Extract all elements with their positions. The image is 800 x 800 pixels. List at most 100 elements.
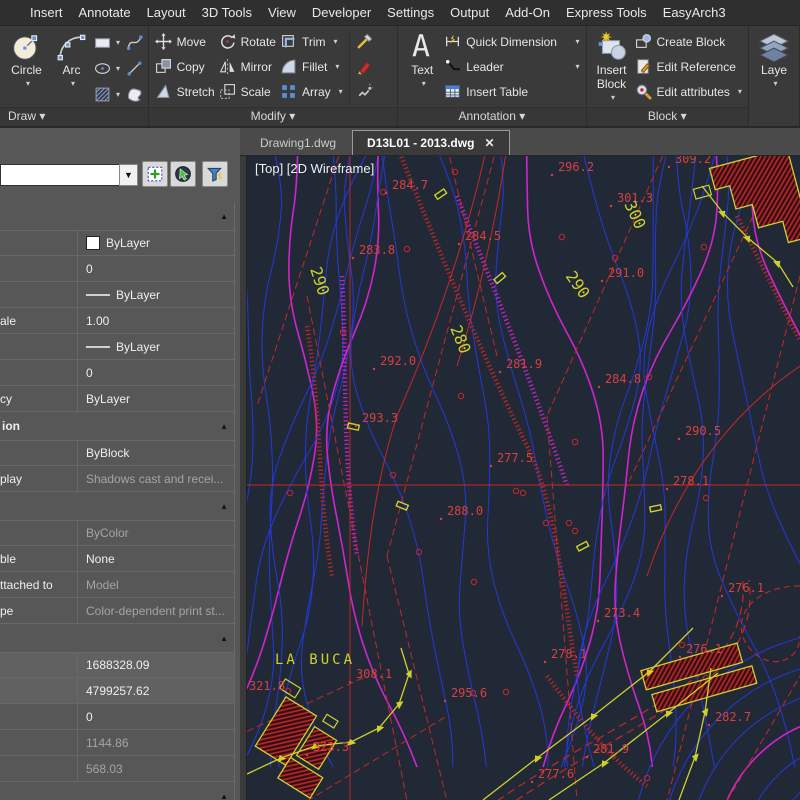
- property-value[interactable]: 0: [78, 704, 234, 729]
- property-value[interactable]: 1.00: [78, 308, 234, 333]
- property-value[interactable]: None: [78, 546, 234, 571]
- viewport-controls-label[interactable]: [Top] [2D Wireframe]: [255, 161, 374, 176]
- copy-button[interactable]: Copy: [153, 54, 217, 79]
- collapse-arrow-icon[interactable]: ▲: [220, 792, 228, 800]
- erase-icon: [356, 58, 373, 75]
- drawing-canvas[interactable]: [Top] [2D Wireframe] 284.7296.2309.2301.…: [247, 156, 800, 800]
- property-value[interactable]: Shadows cast and recei...: [78, 466, 234, 491]
- property-value[interactable]: ByLayer: [78, 334, 234, 359]
- menu-settings[interactable]: Settings: [387, 5, 434, 20]
- circle-icon: [11, 31, 43, 63]
- pickadd-toggle-button[interactable]: [142, 161, 168, 187]
- section-header[interactable]: ▲: [0, 788, 234, 800]
- menu-express-tools[interactable]: Express Tools: [566, 5, 647, 20]
- property-value[interactable]: 1144.86: [78, 730, 234, 755]
- property-label: ale: [0, 308, 78, 333]
- menu-add-on[interactable]: Add-On: [505, 5, 550, 20]
- panel-label-annotation[interactable]: Annotation ▾: [398, 107, 585, 126]
- arc-icon: [56, 31, 88, 63]
- quick-select-button[interactable]: [202, 161, 228, 187]
- collapse-arrow-icon[interactable]: ▲: [220, 634, 228, 643]
- rotate-button[interactable]: Rotate: [217, 29, 278, 54]
- trim-button[interactable]: Trim▾: [278, 29, 345, 54]
- property-value[interactable]: 4799257.62: [78, 678, 234, 703]
- circle-button[interactable]: Circle▾: [4, 28, 49, 107]
- property-value[interactable]: 0: [78, 360, 234, 385]
- button-label: Edit attributes: [657, 85, 730, 99]
- menu-output[interactable]: Output: [450, 5, 489, 20]
- mirror-button[interactable]: Mirror: [217, 54, 278, 79]
- property-value[interactable]: ByLayer: [78, 386, 234, 411]
- menu-3d-tools[interactable]: 3D Tools: [202, 5, 252, 20]
- fillet-button[interactable]: Fillet▾: [278, 54, 345, 79]
- property-label: [0, 256, 78, 281]
- panel-label-modify[interactable]: Modify ▾: [149, 107, 398, 126]
- linetype-sample: [86, 294, 110, 296]
- erase-button[interactable]: [354, 54, 375, 79]
- segment-tool-button[interactable]: [126, 56, 143, 80]
- create-block-button[interactable]: Create Block: [633, 29, 744, 54]
- menu-developer[interactable]: Developer: [312, 5, 371, 20]
- property-value[interactable]: ByBlock: [78, 441, 234, 465]
- arc-button[interactable]: Arc▾: [49, 28, 94, 107]
- quick-dimension-button[interactable]: Quick Dimension▾: [442, 29, 581, 54]
- move-button[interactable]: Move: [153, 29, 217, 54]
- insert-table-button[interactable]: Insert Table: [442, 79, 581, 104]
- array-button[interactable]: Array▾: [278, 79, 345, 104]
- leader-button[interactable]: Leader▾: [442, 54, 581, 79]
- combo-dropdown-arrow-icon[interactable]: ▼: [119, 164, 138, 186]
- measure-button[interactable]: [354, 29, 375, 54]
- scale-icon: [219, 83, 236, 100]
- property-value[interactable]: ByLayer: [78, 282, 234, 307]
- scale-button[interactable]: Scale: [217, 79, 278, 104]
- text-button[interactable]: AText▾: [402, 28, 442, 107]
- hatch-tool-button[interactable]: ▾: [94, 83, 120, 107]
- laye-button[interactable]: Laye▾: [753, 28, 795, 126]
- menu-insert[interactable]: Insert: [30, 5, 63, 20]
- property-value[interactable]: 568.03: [78, 756, 234, 781]
- selection-filter-combo[interactable]: [0, 164, 120, 186]
- insert-block-button[interactable]: Insert Block▾: [591, 28, 633, 107]
- select-objects-button[interactable]: [170, 161, 196, 187]
- dropdown-arrow-icon: ▾: [575, 62, 579, 71]
- edit-attributes-button[interactable]: Edit attributes▾: [633, 79, 744, 104]
- palette-canvas-divider[interactable]: [240, 156, 247, 800]
- property-value[interactable]: 1688328.09: [78, 653, 234, 677]
- section-header[interactable]: ▲: [0, 498, 234, 514]
- tab-drawing1[interactable]: Drawing1.dwg: [246, 131, 350, 155]
- region-tool-button[interactable]: [126, 83, 143, 107]
- property-row: 0: [0, 360, 234, 386]
- properties-palette: ▼ ▲ByLayer0ByLayerale1.00ByLayer0cyByLay…: [0, 128, 240, 800]
- property-value[interactable]: 0: [78, 256, 234, 281]
- menu-layout[interactable]: Layout: [147, 5, 186, 20]
- collapse-arrow-icon[interactable]: ▲: [220, 212, 228, 221]
- close-tab-icon[interactable]: ✕: [484, 136, 494, 150]
- property-value[interactable]: Model: [78, 572, 234, 597]
- explode-icon: [356, 83, 373, 100]
- rect-tool-button[interactable]: ▾: [94, 30, 120, 54]
- property-row: ttached toModel: [0, 572, 234, 598]
- section-header[interactable]: ▲: [0, 208, 234, 224]
- menu-annotate[interactable]: Annotate: [79, 5, 131, 20]
- section-header[interactable]: ▲: [0, 630, 234, 646]
- property-value[interactable]: ByLayer: [78, 231, 234, 255]
- section-header[interactable]: ion▲: [0, 418, 234, 434]
- tab-d13l01-active[interactable]: D13L01 - 2013.dwg ✕: [352, 130, 509, 155]
- explode-button[interactable]: [354, 79, 375, 104]
- panel-label-draw[interactable]: Draw ▾: [0, 107, 148, 126]
- spline-tool-button[interactable]: [126, 30, 143, 54]
- stretch-button[interactable]: Stretch: [153, 79, 217, 104]
- panel-label-block[interactable]: Block ▾: [587, 107, 748, 126]
- edit-reference-button[interactable]: Edit Reference: [633, 54, 744, 79]
- button-label: Trim: [302, 35, 326, 49]
- button-label: Insert Block: [591, 63, 633, 91]
- menu-easyarch3[interactable]: EasyArch3: [663, 5, 726, 20]
- property-value[interactable]: Color-dependent print st...: [78, 598, 234, 623]
- property-value[interactable]: ByColor: [78, 521, 234, 545]
- menu-view[interactable]: View: [268, 5, 296, 20]
- collapse-arrow-icon[interactable]: ▲: [220, 502, 228, 511]
- insblock-icon: [596, 31, 628, 63]
- ellipse-tool-button[interactable]: ▾: [94, 56, 120, 80]
- property-row: ByColor: [0, 520, 234, 546]
- collapse-arrow-icon[interactable]: ▲: [220, 422, 228, 431]
